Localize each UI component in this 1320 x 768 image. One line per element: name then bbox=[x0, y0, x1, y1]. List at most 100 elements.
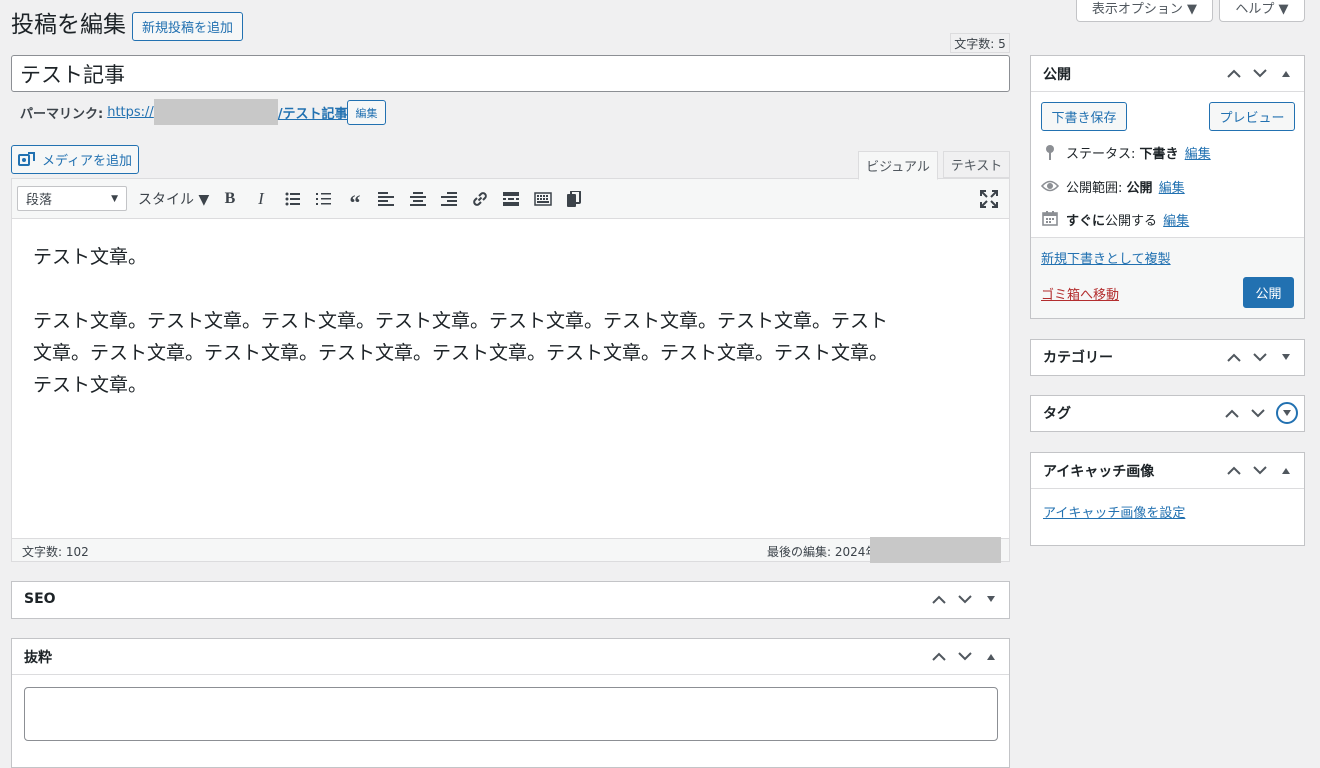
publish-box-header[interactable]: 公開 bbox=[1031, 56, 1304, 92]
chevron-up-icon[interactable] bbox=[931, 591, 947, 607]
featured-image-box-header[interactable]: アイキャッチ画像 bbox=[1031, 453, 1304, 489]
italic-icon[interactable]: I bbox=[250, 188, 272, 210]
bold-icon[interactable]: B bbox=[219, 188, 241, 210]
trash-link[interactable]: ゴミ箱へ移動 bbox=[1041, 284, 1119, 303]
post-title-input[interactable]: テスト記事 bbox=[11, 55, 1010, 92]
add-new-post-button[interactable]: 新規投稿を追加 bbox=[132, 12, 243, 41]
schedule-edit-link[interactable]: 編集 bbox=[1163, 214, 1189, 229]
excerpt-box: 抜粋 bbox=[11, 638, 1010, 768]
screen-options-button[interactable]: 表示オプション ▼ bbox=[1076, 0, 1213, 22]
editor-paragraph: 文章。テスト文章。テスト文章。テスト文章。テスト文章。テスト文章。テスト文章。テ… bbox=[33, 342, 889, 364]
schedule-row: すぐに公開する 編集 bbox=[1066, 210, 1189, 229]
permalink-url[interactable]: https:// /テスト記事/ bbox=[107, 99, 352, 125]
permalink-row: パーマリンク: https:// /テスト記事/ bbox=[20, 99, 352, 125]
toggle-arrow-up-icon[interactable] bbox=[1278, 66, 1294, 82]
toggle-arrow-down-icon[interactable] bbox=[1278, 349, 1294, 365]
preview-button[interactable]: プレビュー bbox=[1209, 102, 1295, 131]
publish-box-title: 公開 bbox=[1043, 66, 1071, 83]
bullet-list-icon[interactable] bbox=[282, 188, 304, 210]
editor-paragraph: テスト文章。 bbox=[33, 374, 148, 396]
categories-box-header[interactable]: カテゴリー bbox=[1031, 340, 1304, 374]
visibility-value: 公開 bbox=[1126, 181, 1153, 196]
excerpt-box-title: 抜粋 bbox=[24, 649, 52, 666]
chevron-down-icon[interactable] bbox=[1252, 66, 1268, 82]
chevron-down-icon[interactable] bbox=[1252, 349, 1268, 365]
numbered-list-icon[interactable] bbox=[313, 188, 335, 210]
align-center-icon[interactable] bbox=[407, 188, 429, 210]
chevron-up-icon[interactable] bbox=[1226, 463, 1242, 479]
toggle-arrow-up-icon[interactable] bbox=[1278, 463, 1294, 479]
copy-icon[interactable] bbox=[563, 188, 585, 210]
permalink-suffix[interactable]: /テスト記事/ bbox=[278, 103, 353, 122]
chevron-up-icon[interactable] bbox=[1226, 66, 1242, 82]
toolbar-toggle-icon[interactable] bbox=[532, 188, 554, 210]
format-select-value: 段落 bbox=[26, 193, 53, 208]
tags-box-header[interactable]: タグ bbox=[1031, 396, 1304, 430]
chevron-down-icon[interactable] bbox=[957, 591, 973, 607]
schedule-bold: すぐに bbox=[1066, 214, 1106, 229]
editor-content[interactable]: テスト文章。 テスト文章。テスト文章。テスト文章。テスト文章。テスト文章。テスト… bbox=[12, 220, 1009, 538]
read-more-icon[interactable] bbox=[500, 188, 522, 210]
editor-paragraph: テスト文章。 bbox=[33, 246, 148, 268]
visibility-row: 公開範囲: 公開 編集 bbox=[1066, 177, 1185, 196]
publish-button[interactable]: 公開 bbox=[1243, 277, 1294, 308]
status-row: ステータス: 下書き 編集 bbox=[1066, 143, 1211, 162]
last-edited-redacted bbox=[870, 537, 1001, 563]
publish-box: 公開 下書き保存 プレビュー ステータス: 下書き 編集 公開範囲: 公開 編集… bbox=[1030, 55, 1305, 319]
duplicate-link[interactable]: 新規下書きとして複製 bbox=[1041, 248, 1171, 267]
title-char-count: 文字数: 5 bbox=[950, 33, 1010, 53]
chevron-up-icon[interactable] bbox=[931, 649, 947, 665]
editor-statusbar: 文字数: 102 最後の編集: 2024年 bbox=[12, 537, 1009, 563]
permalink-edit-button[interactable]: 編集 bbox=[347, 100, 386, 125]
visibility-label: 公開範囲: bbox=[1066, 181, 1123, 196]
seo-box: SEO bbox=[11, 581, 1010, 619]
save-draft-button[interactable]: 下書き保存 bbox=[1041, 102, 1127, 131]
chevron-down-icon[interactable] bbox=[1250, 405, 1266, 421]
add-media-label: メディアを追加 bbox=[41, 154, 133, 169]
set-featured-image-link[interactable]: アイキャッチ画像を設定 bbox=[1043, 502, 1185, 521]
permalink-redacted bbox=[153, 99, 278, 125]
help-label: ヘルプ ▼ bbox=[1235, 2, 1289, 17]
tab-text-label: テキスト bbox=[950, 159, 1003, 174]
tab-visual[interactable]: ビジュアル bbox=[858, 151, 938, 180]
select-arrow-icon: ▼ bbox=[111, 193, 118, 204]
permalink-label: パーマリンク: bbox=[20, 106, 104, 122]
blockquote-icon[interactable]: “ bbox=[344, 188, 366, 214]
categories-box-title: カテゴリー bbox=[1043, 350, 1113, 366]
word-count: 文字数: 102 bbox=[22, 545, 89, 559]
last-edited: 最後の編集: 2024年 bbox=[767, 545, 878, 559]
add-media-button[interactable]: メディアを追加 bbox=[11, 145, 139, 174]
media-icon bbox=[17, 151, 36, 168]
visibility-edit-link[interactable]: 編集 bbox=[1159, 181, 1185, 196]
calendar-icon bbox=[1041, 209, 1059, 227]
toggle-arrow-up-icon[interactable] bbox=[983, 649, 999, 665]
featured-image-box: アイキャッチ画像 アイキャッチ画像を設定 bbox=[1030, 452, 1305, 546]
permalink-prefix[interactable]: https:// bbox=[107, 105, 154, 120]
schedule-rest: 公開する bbox=[1105, 214, 1158, 229]
style-dropdown[interactable]: スタイル ▼ bbox=[138, 188, 209, 210]
link-icon[interactable] bbox=[469, 188, 491, 210]
align-right-icon[interactable] bbox=[438, 188, 460, 210]
eye-icon bbox=[1041, 177, 1059, 195]
excerpt-textarea[interactable] bbox=[24, 687, 998, 741]
toggle-arrow-down-icon[interactable] bbox=[983, 591, 999, 607]
fullscreen-icon[interactable] bbox=[978, 188, 1000, 210]
chevron-up-icon[interactable] bbox=[1226, 349, 1242, 365]
seo-box-header[interactable]: SEO bbox=[12, 582, 1009, 616]
chevron-down-icon[interactable] bbox=[957, 649, 973, 665]
chevron-up-icon[interactable] bbox=[1224, 405, 1240, 421]
align-left-icon[interactable] bbox=[375, 188, 397, 210]
help-button[interactable]: ヘルプ ▼ bbox=[1219, 0, 1305, 22]
toggle-arrow-down-icon[interactable] bbox=[1276, 402, 1298, 424]
tab-text[interactable]: テキスト bbox=[943, 151, 1010, 178]
page-title: 投稿を編集 bbox=[11, 12, 126, 38]
excerpt-box-header[interactable]: 抜粋 bbox=[12, 639, 1009, 675]
post-title-value: テスト記事 bbox=[20, 62, 125, 87]
chevron-down-icon[interactable] bbox=[1252, 463, 1268, 479]
format-select[interactable]: 段落 ▼ bbox=[17, 186, 127, 211]
status-edit-link[interactable]: 編集 bbox=[1185, 147, 1211, 162]
tags-box: タグ bbox=[1030, 395, 1305, 432]
editor-paragraph: テスト文章。テスト文章。テスト文章。テスト文章。テスト文章。テスト文章。テスト文… bbox=[33, 310, 889, 332]
seo-box-title: SEO bbox=[24, 591, 56, 607]
categories-box: カテゴリー bbox=[1030, 339, 1305, 376]
